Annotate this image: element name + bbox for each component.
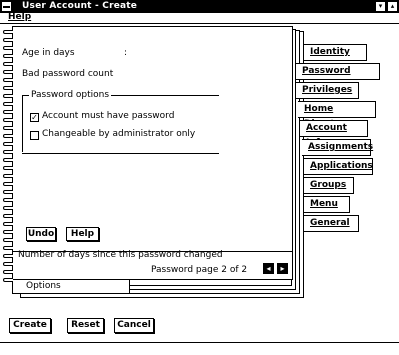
must-have-password-checkbox[interactable]: ✓ bbox=[30, 113, 39, 122]
create-button[interactable]: Create bbox=[9, 318, 51, 333]
spiral-ring bbox=[3, 142, 13, 146]
spiral-ring bbox=[3, 62, 13, 66]
tab-general[interactable]: General bbox=[304, 215, 359, 232]
menu-help[interactable]: Help bbox=[8, 12, 31, 22]
bad-password-count-label: Bad password count bbox=[22, 69, 114, 79]
must-have-password-label[interactable]: Account must have password bbox=[42, 111, 174, 121]
spiral-ring bbox=[3, 206, 13, 210]
spiral-ring bbox=[3, 174, 13, 178]
next-page-icon[interactable]: ▸ bbox=[277, 263, 288, 274]
tab-password[interactable]: Password bbox=[295, 63, 380, 80]
window-title: User Account - Create bbox=[22, 1, 138, 11]
spiral-ring bbox=[3, 126, 13, 130]
password-options-legend: Password options bbox=[29, 90, 112, 100]
spiral-ring bbox=[3, 86, 13, 90]
spiral-ring bbox=[3, 278, 13, 282]
cancel-button[interactable]: Cancel bbox=[114, 318, 154, 333]
spiral-ring bbox=[3, 134, 13, 138]
tab-assignments[interactable]: Assignments bbox=[302, 139, 373, 156]
spiral-ring bbox=[3, 94, 13, 98]
password-options-group bbox=[22, 95, 219, 154]
tab-identity[interactable]: Identity bbox=[304, 44, 367, 61]
spiral-ring bbox=[3, 38, 13, 42]
tab-account-info[interactable]: Account Info bbox=[300, 120, 368, 148]
group-border-left bbox=[22, 95, 23, 152]
spiral-ring bbox=[3, 246, 13, 250]
spiral-ring bbox=[3, 166, 13, 170]
undo-button[interactable]: Undo bbox=[26, 227, 56, 241]
minimize-icon[interactable]: ▾ bbox=[375, 1, 386, 12]
maximize-icon[interactable]: ▴ bbox=[387, 1, 398, 12]
spiral-ring bbox=[3, 262, 13, 266]
age-in-days-label: Age in days bbox=[22, 48, 75, 58]
spiral-ring bbox=[3, 70, 13, 74]
prev-page-icon[interactable]: ◂ bbox=[263, 263, 274, 274]
age-in-days-value: : bbox=[124, 48, 128, 58]
page-indicator: Password page 2 of 2 bbox=[151, 265, 248, 275]
spiral-ring bbox=[3, 190, 13, 194]
spiral-ring bbox=[3, 150, 13, 154]
spiral-ring bbox=[3, 158, 13, 162]
changeable-by-admin-label[interactable]: Changeable by administrator only bbox=[42, 129, 195, 139]
bottom-separator bbox=[0, 342, 399, 343]
tab-groups[interactable]: Groups bbox=[304, 177, 354, 194]
spiral-ring bbox=[3, 214, 13, 218]
menu-bar bbox=[0, 13, 399, 24]
spiral-ring bbox=[3, 198, 13, 202]
changeable-by-admin-checkbox[interactable] bbox=[30, 131, 39, 140]
system-menu-icon[interactable] bbox=[1, 1, 12, 12]
spiral-ring bbox=[3, 182, 13, 186]
spiral-ring bbox=[3, 222, 13, 226]
spiral-ring bbox=[3, 102, 13, 106]
tab-menu[interactable]: Menu bbox=[304, 196, 350, 213]
spiral-ring bbox=[3, 30, 13, 34]
spiral-ring bbox=[3, 230, 13, 234]
spiral-ring bbox=[3, 54, 13, 58]
spiral-ring bbox=[3, 238, 13, 242]
spiral-ring bbox=[3, 78, 13, 82]
spiral-ring bbox=[3, 118, 13, 122]
tab-applications[interactable]: Applications bbox=[304, 158, 373, 175]
help-button[interactable]: Help bbox=[66, 227, 99, 241]
tab-home-directory[interactable]: Home Directory bbox=[298, 101, 376, 129]
reset-button[interactable]: Reset bbox=[67, 318, 104, 333]
spiral-ring bbox=[3, 110, 13, 114]
spiral-ring bbox=[3, 270, 13, 274]
spiral-ring bbox=[3, 46, 13, 50]
tab-privileges[interactable]: Privileges bbox=[296, 82, 359, 99]
spiral-ring bbox=[3, 254, 13, 258]
status-message: Number of days since this password chang… bbox=[18, 250, 223, 260]
options-tab-label[interactable]: Options bbox=[26, 281, 61, 291]
